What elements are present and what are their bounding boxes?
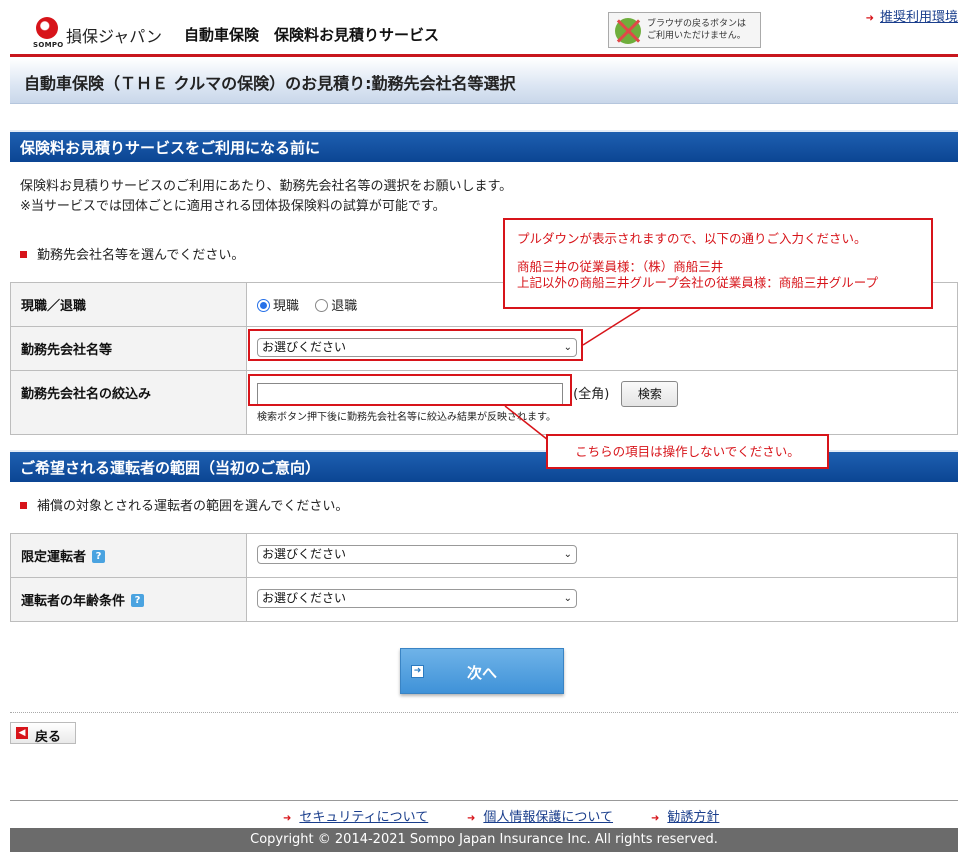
copyright: Copyright © 2014-2021 Sompo Japan Insura…: [10, 828, 958, 852]
back-button[interactable]: ◀ 戻る: [10, 722, 76, 745]
footer-link-privacy[interactable]: ➜ 個人情報保護について: [467, 806, 613, 825]
arrow-icon: ➜: [651, 813, 660, 824]
callout1-line3: 上記以外の商船三井グループ会社の従業員様：商船三井グループ: [517, 275, 879, 290]
back-button-label[interactable]: 戻る: [35, 726, 61, 745]
callout1-line2: 商船三井の従業員様：（株）商船三井: [517, 259, 724, 274]
footer-link-privacy-label[interactable]: 個人情報保護について: [483, 810, 613, 825]
callout-do-not-operate: こちらの項目は操作しないでください。: [546, 434, 829, 469]
back-icon: ◀: [16, 727, 28, 739]
callout1-connector: [582, 308, 641, 346]
footer-link-security[interactable]: ➜ セキュリティについて: [283, 806, 428, 825]
footer-link-solicitation[interactable]: ➜ 勧誘方針: [651, 806, 719, 825]
footer-divider: [10, 800, 958, 801]
next-button-label[interactable]: 次へ: [401, 662, 563, 683]
callout-pulldown-instructions: プルダウンが表示されますので、以下の通りご入力ください。 商船三井の従業員様：（…: [503, 218, 933, 309]
next-button[interactable]: ➜ 次へ: [400, 648, 564, 694]
divider: [10, 712, 958, 713]
callout2-connector: [504, 405, 549, 441]
callout1-line1: プルダウンが表示されますので、以下の通りご入力ください。: [517, 231, 867, 246]
footer-link-security-label[interactable]: セキュリティについて: [299, 810, 428, 825]
arrow-icon: ➜: [283, 813, 292, 824]
arrow-icon: ➜: [467, 813, 476, 824]
footer-link-solicitation-label[interactable]: 勧誘方針: [667, 810, 719, 825]
